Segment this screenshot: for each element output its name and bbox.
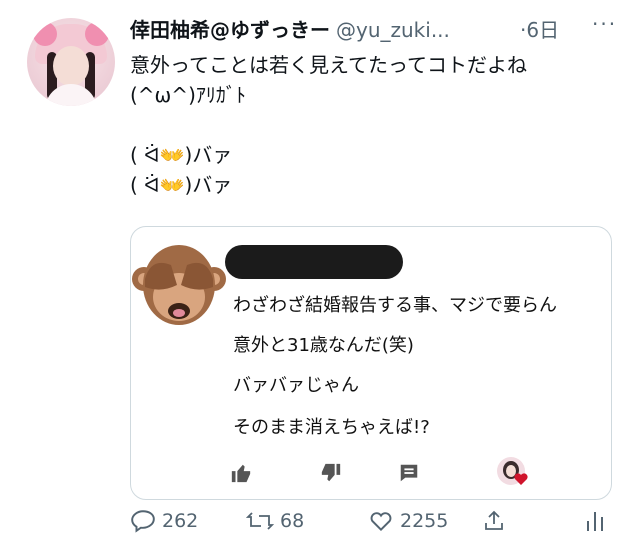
see-no-evil-monkey-icon [132, 245, 226, 325]
analytics-button[interactable] [584, 508, 606, 534]
reply-line: 意外と31歳なんだ(笑) [233, 335, 414, 356]
author-handle[interactable]: @yu_zuki... [336, 18, 450, 42]
like-icon [370, 512, 392, 532]
reply-line: わざわざ結婚報告する事、マジで要らん [233, 295, 557, 316]
author-avatar[interactable] [27, 18, 115, 106]
heart-icon [514, 473, 528, 485]
retweet-button[interactable]: 68 [246, 508, 304, 534]
comment-icon [395, 459, 423, 487]
attached-image[interactable]: わざわざ結婚報告する事、マジで要らん 意外と31歳なんだ(笑) バァバァじゃん … [130, 226, 612, 500]
reply-button[interactable]: 262 [130, 508, 198, 534]
tweet-header: 倖田柚希@ゆずっきー @yu_zuki... ·6日 ··· [130, 12, 630, 48]
reply-action-bar [221, 453, 611, 493]
retweet-icon [246, 512, 274, 530]
analytics-icon [587, 512, 603, 531]
more-horizontal-icon[interactable]: ··· [592, 12, 617, 36]
reply-count: 262 [162, 510, 199, 532]
tweet-time[interactable]: ·6日 [520, 14, 559, 43]
like-count: 2255 [400, 510, 449, 532]
reply-icon [131, 510, 155, 533]
reply-line: バァバァじゃん [233, 375, 359, 396]
like-button[interactable]: 2255 [368, 508, 448, 534]
tweet-text: 意外ってことは若く見えてたってコトだよね (^ω^)ｱﾘｶﾞﾄ ( ᐛ👐)バァ … [130, 53, 527, 197]
tweet-actions: 262 68 2255 [130, 508, 620, 542]
thumbs-up-icon [227, 459, 255, 487]
redacted-username [225, 245, 403, 279]
author-name[interactable]: 倖田柚希@ゆずっきー [130, 18, 330, 42]
share-icon [485, 510, 503, 530]
thumbs-down-icon [317, 459, 345, 487]
reply-line: そのまま消えちゃえば!? [233, 417, 430, 438]
share-button[interactable] [482, 508, 506, 534]
retweet-count: 68 [280, 510, 305, 532]
